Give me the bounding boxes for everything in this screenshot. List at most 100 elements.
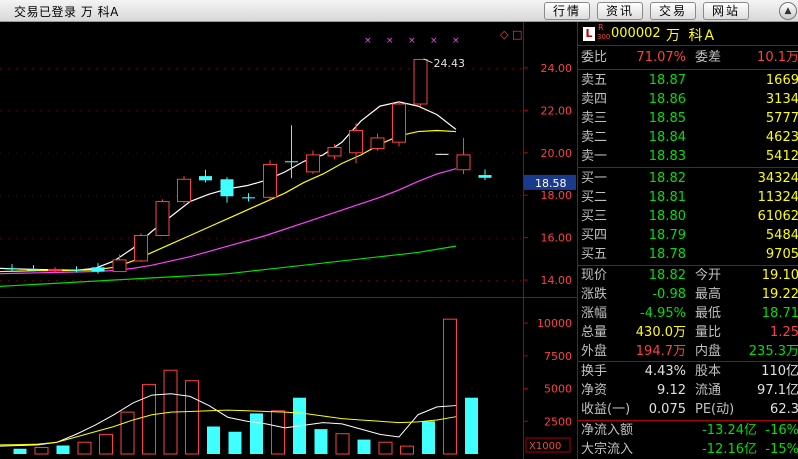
grid-dot bbox=[64, 67, 65, 69]
grid-dot bbox=[488, 67, 489, 69]
quotes-button[interactable]: 行情 bbox=[544, 2, 590, 20]
grid-dot bbox=[32, 195, 33, 197]
grid-dot bbox=[336, 67, 337, 69]
grid-dot bbox=[136, 152, 137, 154]
candle-body-down bbox=[242, 197, 255, 199]
grid-dot bbox=[264, 110, 265, 112]
grid-dot bbox=[488, 237, 489, 239]
grid-dot bbox=[288, 237, 289, 239]
quote-row: 涨幅 -4.95% 最低 18.71 bbox=[578, 305, 798, 323]
grid-dot bbox=[16, 110, 17, 112]
grid-dot bbox=[152, 280, 153, 282]
grid-dot bbox=[400, 237, 401, 239]
up-arrow-icon[interactable]: ▲ bbox=[779, 2, 797, 20]
grid-dot bbox=[184, 152, 185, 154]
grid-dot bbox=[496, 152, 497, 154]
grid-dot bbox=[192, 237, 193, 239]
news-button[interactable]: 资讯 bbox=[597, 2, 643, 20]
bid-price: 18.78 bbox=[648, 247, 686, 262]
order-diff-value: 10.1万 bbox=[757, 50, 798, 65]
grid-dot bbox=[504, 195, 505, 197]
candle-body-down bbox=[70, 269, 83, 271]
trade-button[interactable]: 交易 bbox=[650, 2, 696, 20]
grid-dot bbox=[200, 237, 201, 239]
grid-dot bbox=[64, 237, 65, 239]
quote-value-2: 18.71 bbox=[761, 306, 798, 321]
grid-dot bbox=[336, 237, 337, 239]
grid-dot bbox=[416, 195, 417, 197]
grid-dot bbox=[280, 67, 281, 69]
volume-bar-down bbox=[357, 439, 371, 454]
grid-dot bbox=[520, 67, 521, 69]
grid-dot bbox=[512, 195, 513, 197]
kline-chart-area[interactable]: 24.00 22.00 20.00 18.00 16.00 14.00 10000 7500 5… bbox=[0, 22, 577, 459]
ask-price: 18.83 bbox=[648, 149, 686, 164]
ask-level-label: 卖一 bbox=[581, 149, 608, 164]
candle-body-down bbox=[478, 175, 492, 178]
grid-dot bbox=[208, 67, 209, 69]
quote-label: 总量 bbox=[581, 325, 608, 340]
grid-dot bbox=[520, 280, 521, 282]
grid-dot bbox=[328, 195, 329, 197]
grid-dot bbox=[152, 152, 153, 154]
quote-label-2: 内盘 bbox=[695, 344, 722, 359]
bid-row: 买一 18.82 34324 bbox=[578, 170, 798, 188]
grid-dot bbox=[376, 110, 377, 112]
quote-label-2: 量比 bbox=[695, 325, 722, 340]
grid-dot bbox=[288, 195, 289, 197]
grid-dot bbox=[168, 237, 169, 239]
grid-dot bbox=[456, 237, 457, 239]
grid-dot bbox=[352, 110, 353, 112]
volume-bar-down bbox=[13, 448, 27, 454]
grid-dot bbox=[208, 152, 209, 154]
grid-dot bbox=[40, 152, 41, 154]
grid-dot bbox=[48, 110, 49, 112]
grid-dot bbox=[288, 152, 289, 154]
grid-dot bbox=[184, 280, 185, 282]
grid-dot bbox=[224, 280, 225, 282]
grid-dot bbox=[504, 67, 505, 69]
grid-dot bbox=[256, 67, 257, 69]
grid-dot bbox=[152, 195, 153, 197]
website-button[interactable]: 网站 bbox=[703, 2, 749, 20]
grid-dot bbox=[248, 280, 249, 282]
grid-dot bbox=[80, 67, 81, 69]
grid-dot bbox=[512, 152, 513, 154]
grid-dot bbox=[416, 110, 417, 112]
volume-bar-down bbox=[228, 431, 242, 454]
quote-value: 430.0万 bbox=[635, 325, 686, 340]
flow-value: -12.16亿 bbox=[702, 442, 757, 457]
grid-dot bbox=[432, 110, 433, 112]
grid-dot bbox=[8, 237, 9, 239]
grid-dot bbox=[112, 67, 113, 69]
grid-dot bbox=[256, 195, 257, 197]
grid-dot bbox=[264, 152, 265, 154]
grid-dot bbox=[88, 237, 89, 239]
grid-dot bbox=[216, 110, 217, 112]
grid-dot bbox=[72, 237, 73, 239]
grid-dot bbox=[320, 195, 321, 197]
grid-dot bbox=[376, 280, 377, 282]
grid-dot bbox=[328, 110, 329, 112]
bid-row: 买五 18.78 9705 bbox=[578, 246, 798, 264]
grid-dot bbox=[312, 67, 313, 69]
grid-dot bbox=[112, 110, 113, 112]
grid-dot bbox=[168, 280, 169, 282]
grid-dot bbox=[72, 195, 73, 197]
kline-chart[interactable]: 24.00 22.00 20.00 18.00 16.00 14.00 10000 7500 5… bbox=[0, 22, 577, 459]
grid-dot bbox=[408, 110, 409, 112]
candle-body-up bbox=[327, 146, 342, 157]
volume-bar-up bbox=[34, 446, 49, 455]
volume-tick-label: 5000 bbox=[544, 383, 572, 396]
grid-dot bbox=[216, 280, 217, 282]
grid-dot bbox=[224, 152, 225, 154]
grid-dot bbox=[224, 67, 225, 69]
grid-dot bbox=[352, 67, 353, 69]
grid-dot bbox=[400, 152, 401, 154]
bid-level-label: 买四 bbox=[581, 228, 608, 243]
grid-dot bbox=[208, 110, 209, 112]
price-tick-label: 24.00 bbox=[541, 62, 573, 75]
grid-dot bbox=[224, 237, 225, 239]
volume-ma-vma10 bbox=[0, 409, 457, 446]
grid-dot bbox=[296, 280, 297, 282]
